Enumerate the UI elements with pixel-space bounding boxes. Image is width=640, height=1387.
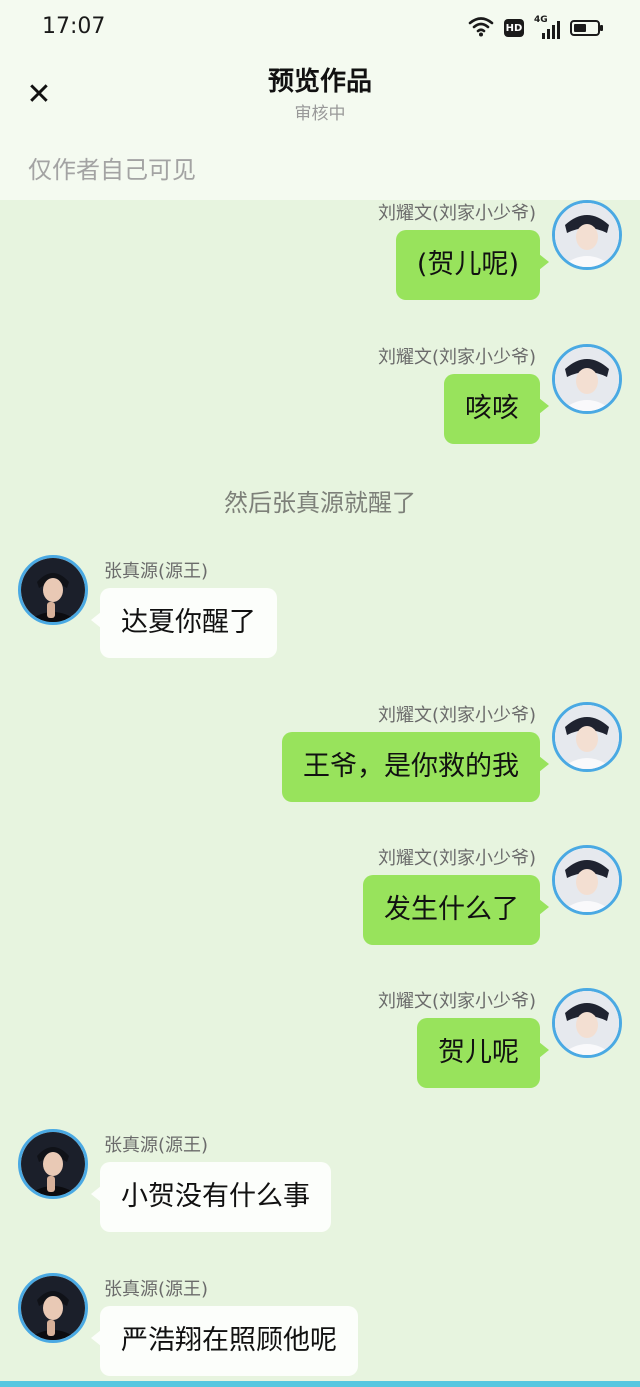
sender-name: 张真源(源王)	[104, 1135, 209, 1156]
avatar[interactable]	[18, 555, 88, 625]
battery-icon	[570, 20, 603, 36]
narration-text: 然后张真源就醒了	[224, 489, 416, 517]
sender-name: 刘耀文(刘家小少爷)	[377, 991, 536, 1012]
avatar[interactable]	[552, 200, 622, 270]
wifi-icon	[468, 15, 494, 41]
close-button[interactable]: ✕	[22, 78, 56, 112]
signal-icon: 4G	[534, 15, 560, 39]
message-bubble[interactable]: 咳咳	[444, 374, 549, 444]
status-icons: HD 4G	[468, 14, 603, 42]
avatar[interactable]	[552, 344, 622, 414]
sender-name: 刘耀文(刘家小少爷)	[377, 848, 536, 869]
message-bubble[interactable]: 贺儿呢	[417, 1018, 549, 1088]
status-time: 17:07	[42, 14, 106, 39]
sender-name: 张真源(源王)	[104, 561, 209, 582]
status-bar: 17:07 HD 4G	[0, 0, 640, 56]
visibility-note: 仅作者自己可见	[28, 156, 196, 184]
header-area: 17:07 HD 4G ✕ 预览作品 审核中 仅作者自己可见	[0, 0, 640, 200]
avatar[interactable]	[552, 702, 622, 772]
sender-name: 刘耀文(刘家小少爷)	[377, 203, 536, 224]
sender-name: 刘耀文(刘家小少爷)	[377, 347, 536, 368]
avatar[interactable]	[552, 988, 622, 1058]
page-title: 预览作品	[267, 67, 372, 97]
review-status: 审核中	[294, 104, 346, 124]
avatar[interactable]	[18, 1129, 88, 1199]
message-bubble[interactable]: 小贺没有什么事	[91, 1162, 331, 1232]
message-bubble[interactable]: 达夏你醒了	[91, 588, 277, 658]
chat-feed[interactable]: 刘耀文(刘家小少爷) (贺儿呢) 刘耀文(刘家小少爷) 咳咳 然后张真源就醒了 …	[0, 200, 640, 1380]
message-bubble[interactable]: 王爷，是你救的我	[282, 732, 549, 802]
sender-name: 刘耀文(刘家小少爷)	[377, 705, 536, 726]
message-bubble[interactable]: 发生什么了	[363, 875, 549, 945]
avatar[interactable]	[552, 845, 622, 915]
sender-name: 张真源(源王)	[104, 1279, 209, 1300]
message-bubble[interactable]: (贺儿呢)	[395, 230, 550, 300]
title-block: 预览作品 审核中	[120, 62, 520, 126]
message-bubble[interactable]: 严浩翔在照顾他呢	[91, 1306, 358, 1376]
hd-icon: HD	[504, 19, 524, 37]
avatar[interactable]	[18, 1273, 88, 1343]
close-icon: ✕	[26, 77, 52, 112]
bottom-accent-bar	[0, 1381, 640, 1387]
